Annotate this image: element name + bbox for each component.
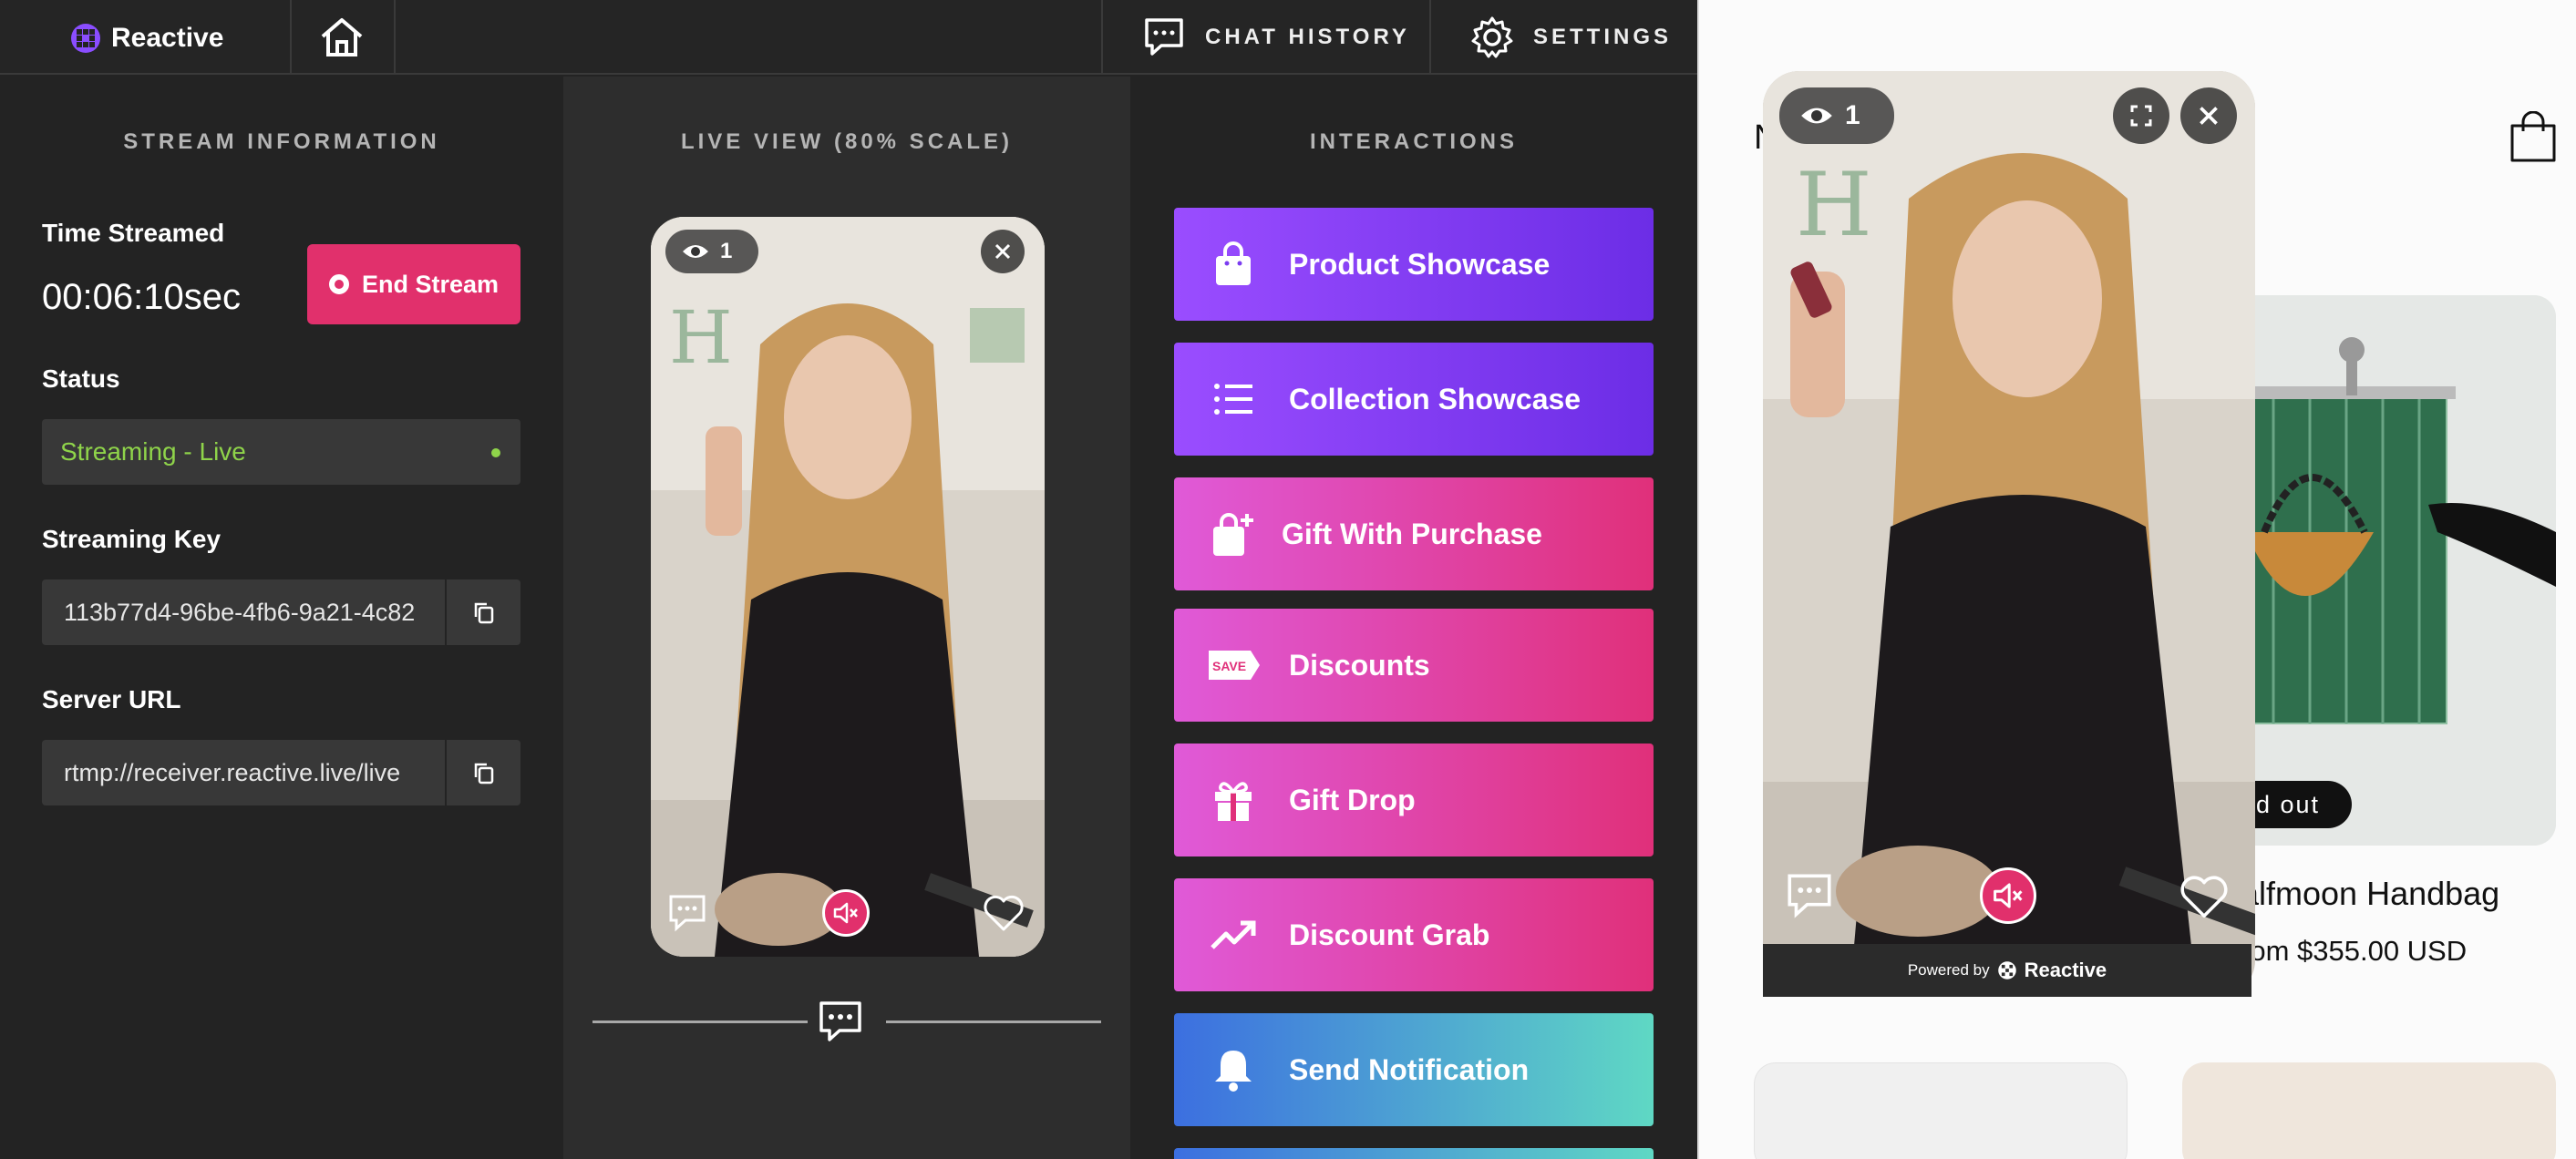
copy-url-button[interactable] (447, 740, 520, 805)
status-label: Status (42, 364, 120, 393)
cart-icon[interactable] (2509, 111, 2558, 164)
mute-button[interactable] (1980, 867, 2036, 924)
save-tag-icon: SAVE (1209, 651, 1260, 680)
streaming-key-label: Streaming Key (42, 525, 222, 553)
bag-plus-icon (1213, 513, 1253, 556)
settings-label: SETTINGS (1533, 25, 1673, 49)
top-bar: Reactive CHAT HISTORY SETTINGS (0, 0, 1697, 75)
powered-by-footer[interactable]: Powered by Reactive (1763, 944, 2251, 997)
time-streamed-value: 00:06:10sec (42, 277, 241, 317)
server-url-field[interactable]: rtmp://receiver.reactive.live/live (42, 740, 445, 805)
send-notification-button[interactable]: Send Notification (1174, 1013, 1654, 1126)
server-url-label: Server URL (42, 685, 181, 713)
bell-icon (1215, 1051, 1252, 1092)
status-field: Streaming - Live (42, 419, 520, 485)
chat-toggle-icon[interactable] (817, 999, 864, 1046)
product-card-partial[interactable] (1754, 1062, 2128, 1159)
gift-icon (1215, 782, 1252, 821)
stream-information-heading: STREAM INFORMATION (123, 129, 440, 154)
powered-by-label: Powered by (1907, 961, 1990, 979)
svg-text:H: H (1796, 154, 1872, 256)
product-price: rom $355.00 USD (2241, 935, 2468, 967)
presenter-video-frame: H (1763, 71, 2255, 946)
interactions-panel: INTERACTIONS Product Showcase Collection… (1130, 77, 1697, 1159)
floating-live-player[interactable]: H 1 (1763, 71, 2255, 997)
expand-button[interactable] (2113, 87, 2169, 144)
gift-drop-label: Gift Drop (1289, 783, 1416, 816)
send-notification-label: Send Notification (1289, 1052, 1530, 1086)
close-icon (994, 243, 1011, 260)
live-indicator-dot (491, 448, 500, 457)
gear-icon (1471, 16, 1513, 58)
divider (1429, 0, 1431, 75)
chat-slider-track-left (592, 1021, 808, 1023)
live-view-panel: LIVE VIEW (80% SCALE) H 1 (563, 77, 1130, 1159)
stop-icon (328, 274, 349, 294)
discount-grab-button[interactable]: Discount Grab (1174, 878, 1654, 991)
shopping-bag-icon (1216, 241, 1251, 285)
end-stream-label: End Stream (361, 270, 500, 298)
discounts-button[interactable]: SAVE Discounts (1174, 609, 1654, 722)
chat-icon (1145, 18, 1183, 56)
powered-by-brand: Reactive (2024, 959, 2107, 981)
eye-icon (1801, 108, 1832, 124)
copy-key-button[interactable] (447, 580, 520, 645)
streaming-key-field[interactable]: 113b77d4-96be-4fb6-9a21-4c82 (42, 580, 445, 645)
reactive-logo-icon (71, 24, 100, 53)
collection-showcase-label: Collection Showcase (1289, 382, 1582, 415)
stream-information-panel: STREAM INFORMATION Time Streamed 00:06:1… (0, 77, 563, 1159)
chat-bubble-icon[interactable] (665, 891, 709, 935)
settings-button[interactable]: SETTINGS (1469, 0, 1672, 75)
svg-text:SAVE: SAVE (1212, 659, 1246, 673)
discount-grab-label: Discount Grab (1289, 918, 1490, 951)
product-showcase-button[interactable]: Product Showcase (1174, 208, 1654, 321)
end-stream-button[interactable]: End Stream (307, 244, 520, 324)
heart-icon[interactable] (2179, 873, 2230, 920)
heart-icon[interactable] (983, 893, 1025, 933)
viewer-count-badge: 1 (1779, 87, 1894, 144)
live-view-heading: LIVE VIEW (80% SCALE) (680, 129, 1014, 154)
live-preview-video[interactable]: H 1 (651, 217, 1045, 957)
copy-icon (474, 602, 493, 624)
gift-with-purchase-label: Gift With Purchase (1282, 517, 1542, 550)
status-value: Streaming - Live (60, 437, 246, 466)
product-name[interactable]: alfmoon Handbag (2241, 875, 2499, 913)
close-preview-button[interactable] (981, 230, 1025, 273)
reactive-logo-icon (1997, 961, 2016, 980)
copy-icon (474, 763, 493, 785)
brand-name: Reactive (111, 23, 224, 53)
home-icon[interactable] (317, 13, 366, 62)
svg-text:H: H (669, 295, 733, 380)
gift-drop-button[interactable]: Gift Drop (1174, 744, 1654, 856)
viewer-count: 1 (1845, 100, 1860, 130)
list-icon (1214, 384, 1252, 415)
divider (290, 0, 292, 75)
next-interaction-button-partial[interactable] (1174, 1148, 1654, 1159)
viewer-count-badge: 1 (665, 230, 758, 273)
close-icon (2200, 107, 2218, 125)
expand-icon (2130, 105, 2152, 127)
product-card-partial[interactable] (2182, 1062, 2556, 1159)
interactions-heading: INTERACTIONS (1310, 129, 1518, 154)
close-player-button[interactable] (2180, 87, 2237, 144)
mute-button[interactable] (822, 889, 870, 937)
presenter-video-frame: H (651, 217, 1045, 957)
divider (1101, 0, 1103, 75)
muted-speaker-icon (833, 902, 858, 924)
brand-logo[interactable]: Reactive (69, 22, 223, 55)
collection-showcase-button[interactable]: Collection Showcase (1174, 343, 1654, 456)
trending-up-icon (1211, 920, 1256, 949)
viewer-count: 1 (720, 239, 733, 263)
chat-history-button[interactable]: CHAT HISTORY (1141, 0, 1410, 75)
muted-speaker-icon (1994, 883, 2023, 908)
chat-bubble-icon[interactable] (1783, 869, 1836, 922)
divider (394, 0, 396, 75)
eye-icon (683, 245, 708, 258)
product-showcase-label: Product Showcase (1289, 247, 1551, 281)
gift-with-purchase-button[interactable]: Gift With Purchase (1174, 477, 1654, 590)
chat-slider-track-right (886, 1021, 1101, 1023)
time-streamed-label: Time Streamed (42, 219, 225, 247)
chat-history-label: CHAT HISTORY (1205, 25, 1410, 49)
discounts-label: Discounts (1289, 648, 1430, 682)
